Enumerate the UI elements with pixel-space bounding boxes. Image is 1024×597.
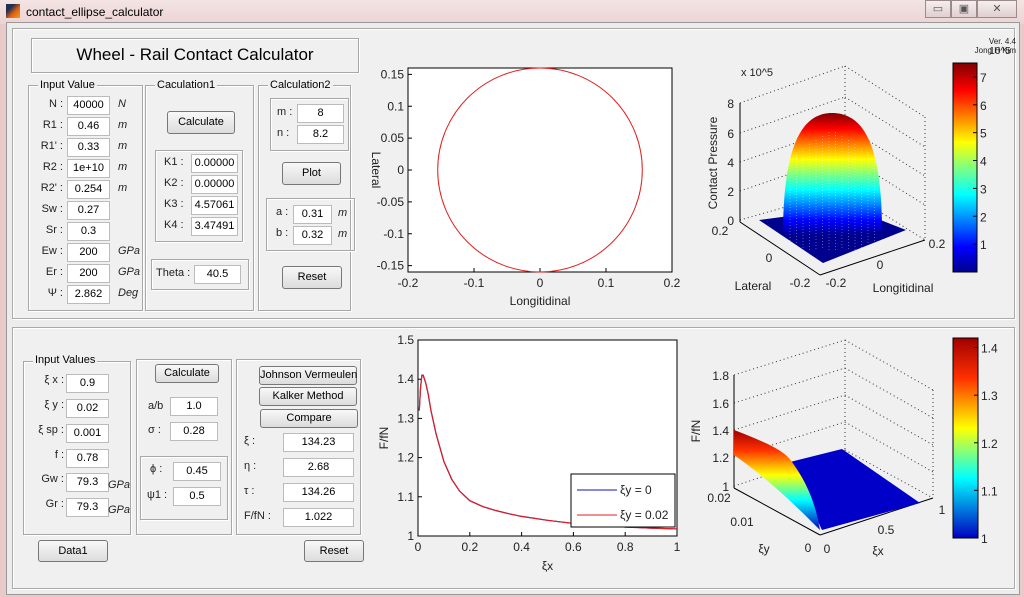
x-tick-label: -0.1 — [464, 276, 485, 290]
y-tick-label: 0 — [397, 163, 404, 177]
colorbar — [952, 337, 979, 539]
x-tick-label: 0.4 — [513, 540, 530, 554]
pressure-surface — [783, 113, 882, 235]
grid-line — [844, 394, 934, 446]
y-tick-label: 0.05 — [381, 131, 405, 145]
x-tick-label: 0 — [537, 276, 544, 290]
x-tick-label: 0.6 — [565, 540, 582, 554]
colorbar-tick-label: 1.2 — [981, 437, 998, 451]
longitudinal-tick-label: 0.2 — [929, 237, 946, 251]
z-axis-label: Contact Pressure — [706, 116, 720, 209]
x-axis-label: ξx — [542, 559, 553, 573]
z-tick-label: 8 — [727, 97, 734, 111]
longitudinal-tick-label: 0 — [877, 258, 884, 272]
colorbar-tick-label: 1 — [980, 238, 987, 252]
colorbar-tick-label: 4 — [980, 155, 987, 169]
lateral-label: Lateral — [735, 279, 772, 293]
longitudinal-label: Longitidinal — [873, 281, 934, 295]
y-tick-label: 1 — [407, 529, 414, 543]
z-tick-label: 1.6 — [712, 397, 729, 411]
y-tick-label: 1.2 — [397, 451, 414, 465]
z-tick-label: 1.2 — [712, 451, 729, 465]
z-tick-label: 1.8 — [712, 369, 729, 383]
lateral-tick-label: 0.2 — [712, 224, 729, 238]
grid-line — [733, 394, 846, 431]
colorbar — [952, 62, 978, 273]
y-tick-label: 1.5 — [397, 333, 414, 347]
grid-line — [844, 65, 926, 118]
xi-x-tick-label: 0 — [824, 542, 831, 556]
y-tick-label: 0.1 — [387, 99, 404, 113]
colorbar-tick-label: 5 — [980, 127, 987, 141]
y-tick-label: 0.15 — [381, 67, 405, 81]
legend-label: ξy = 0 — [620, 483, 652, 497]
colorbar-tick-label: 6 — [980, 99, 987, 113]
xi-y-tick-label: 0 — [805, 541, 812, 555]
x-tick-label: 1 — [674, 540, 681, 554]
z-axis-label: F/fN — [689, 420, 703, 443]
lateral-tick-label: 0 — [766, 251, 773, 265]
plot-area — [407, 67, 673, 273]
xi-y-tick-label: 0.01 — [730, 515, 754, 529]
y-tick-label: 1.3 — [397, 411, 414, 425]
xi-x-label: ξx — [872, 544, 883, 558]
colorbar-exponent: 10^5 — [989, 46, 1011, 57]
xi-x-tick-label: 0.5 — [878, 523, 895, 537]
grid-line — [733, 367, 846, 404]
x-axis-label: Longitidinal — [510, 294, 571, 308]
y-tick-label: 1.1 — [397, 490, 414, 504]
grid-line — [733, 339, 846, 376]
z-tick-label: 0 — [727, 214, 734, 228]
lateral-tick-label: -0.2 — [790, 276, 811, 290]
z-tick-label: 2 — [727, 185, 734, 199]
z-tick-label: 1.4 — [712, 424, 729, 438]
x-tick-label: -0.2 — [398, 276, 419, 290]
x-tick-label: 0.2 — [664, 276, 681, 290]
longitudinal-tick-label: -0.2 — [826, 276, 847, 290]
colorbar-tick-label: 1.1 — [981, 484, 998, 498]
colorbar-tick-label: 1.4 — [981, 342, 998, 356]
y-axis-label: F/fN — [377, 427, 391, 450]
x-tick-label: 0.2 — [461, 540, 478, 554]
x-tick-label: 0.1 — [598, 276, 615, 290]
charts-layer: -0.2 -0.1 0 0.1 0.2 0.15 0.1 0.05 0 -0.05 -0.1 -0.1… — [369, 46, 1011, 573]
colorbar-tick-label: 2 — [980, 210, 987, 224]
xi-y-tick-label: 0.02 — [707, 491, 731, 505]
grid-line — [844, 367, 934, 419]
x-tick-label: 0.8 — [617, 540, 634, 554]
z-tick-label: 6 — [727, 127, 734, 141]
colorbar-tick-label: 1 — [981, 532, 988, 546]
colorbar-tick-label: 1.3 — [981, 389, 998, 403]
colorbar-tick-label: 3 — [980, 182, 987, 196]
y-tick-label: -0.15 — [377, 259, 405, 273]
y-tick-label: 1.4 — [397, 372, 414, 386]
y-tick-label: -0.1 — [383, 227, 404, 241]
xi-x-tick-label: 1 — [939, 503, 946, 517]
y-tick-label: -0.05 — [377, 195, 405, 209]
z-tick-label: 4 — [727, 156, 734, 170]
z-scale-label: x 10^5 — [741, 67, 773, 79]
xi-y-label: ξy — [758, 542, 769, 556]
y-axis-label: Lateral — [369, 152, 383, 189]
grid-line — [844, 339, 934, 391]
x-tick-label: 0 — [415, 540, 422, 554]
legend-label: ξy = 0.02 — [620, 508, 669, 522]
colorbar-tick-label: 7 — [980, 71, 987, 85]
